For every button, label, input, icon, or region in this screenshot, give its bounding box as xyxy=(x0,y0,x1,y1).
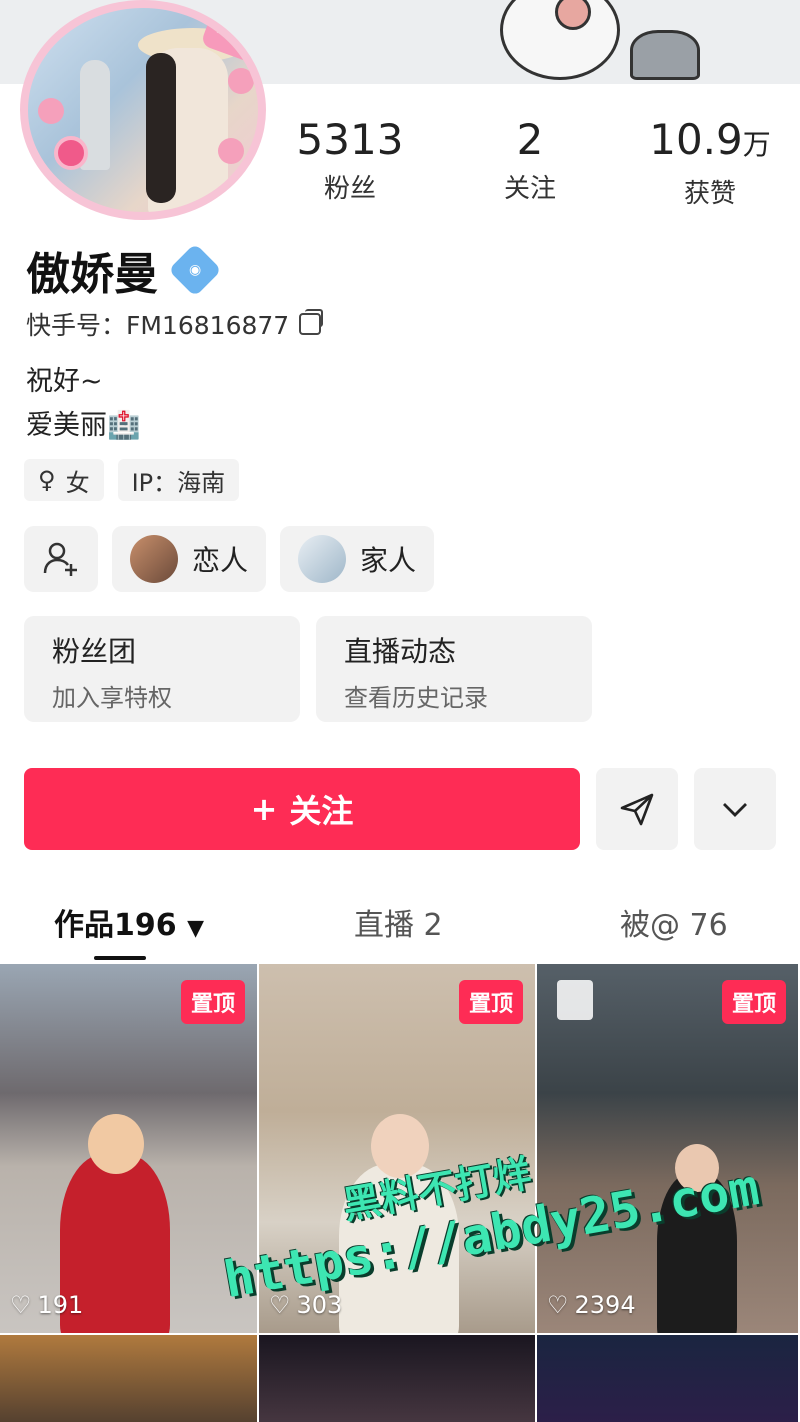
stat-likes-value: 10.9 xyxy=(649,115,743,164)
tile-likes: ♡ 303 xyxy=(269,1291,342,1319)
chevron-down-icon xyxy=(723,803,747,817)
lover-chip[interactable]: 恋人 xyxy=(112,526,267,592)
family-label: 家人 xyxy=(360,544,417,577)
lover-label: 恋人 xyxy=(192,544,249,577)
tab-live[interactable]: 直播 2 xyxy=(354,900,443,944)
ip-label: IP：海南 xyxy=(131,468,226,497)
work-tile[interactable] xyxy=(537,1335,800,1422)
share-button[interactable] xyxy=(596,768,678,850)
avatar[interactable]: Love xyxy=(20,0,266,220)
avatar-heart xyxy=(38,98,64,124)
family-avatar xyxy=(298,535,347,583)
relation-chips: 恋人 家人 xyxy=(24,526,435,592)
tile-likes-count: 191 xyxy=(37,1291,84,1319)
stat-following[interactable]: 2 关注 xyxy=(440,114,620,210)
pinned-badge: 置顶 xyxy=(458,980,523,1024)
kuaishou-id-row: 快手号：FM16816877 xyxy=(26,306,324,342)
profile-tags: ♀ 女 IP：海南 xyxy=(24,459,240,501)
fan-club-title: 粉丝团 xyxy=(52,635,137,668)
image-post-icon xyxy=(557,980,593,1020)
stat-fans-value: 5313 xyxy=(296,115,404,164)
avatar-heart xyxy=(228,68,254,94)
add-friend-button[interactable] xyxy=(24,526,98,592)
tile-figure-head xyxy=(675,1144,719,1192)
avatar-hair xyxy=(146,53,176,203)
tile-figure-head xyxy=(88,1114,144,1174)
send-icon xyxy=(620,793,654,826)
bio-line-2: 爱美丽🏥 xyxy=(26,410,141,441)
cover-cartoon-2 xyxy=(630,30,700,80)
feature-cards: 粉丝团 加入享特权 直播动态 查看历史记录 xyxy=(24,616,592,722)
tab-works-label: 作品 xyxy=(54,908,114,943)
profile-sheet: Love 5313 粉丝 2 关注 10.9万 获赞 傲娇曼 ◉ 快手号：FM1… xyxy=(0,0,800,1422)
gender-label: 女 xyxy=(65,468,90,497)
pinned-badge: 置顶 xyxy=(721,980,786,1024)
live-history-subtitle: 查看历史记录 xyxy=(344,684,488,712)
tile-likes: ♡ 2394 xyxy=(547,1291,636,1319)
tile-figure xyxy=(657,1174,737,1333)
content-tabs: 作品196 ▼ 直播 2 被@ 76 xyxy=(0,892,800,952)
work-tile[interactable] xyxy=(259,1335,537,1422)
fan-club-subtitle: 加入享特权 xyxy=(52,684,172,712)
follow-label: 关注 xyxy=(289,792,354,830)
tab-works[interactable]: 作品196 ▼ xyxy=(54,900,204,944)
more-button[interactable] xyxy=(694,768,776,850)
stat-following-label: 关注 xyxy=(503,174,556,204)
profile-name: 傲娇曼 xyxy=(26,249,158,300)
verified-badge-icon[interactable]: ◉ xyxy=(168,243,222,297)
plus-icon: + xyxy=(250,790,278,828)
stat-fans[interactable]: 5313 粉丝 xyxy=(260,114,440,210)
family-chip[interactable]: 家人 xyxy=(280,526,435,592)
works-grid: 置顶 ♡ 191 置顶 ♡ 303 置顶 ♡ 2394 xyxy=(0,964,800,1422)
tab-underline xyxy=(94,956,146,960)
kuaishou-id: 快手号：FM16816877 xyxy=(26,311,290,340)
gender-tag: ♀ 女 xyxy=(24,459,104,501)
profile-actions: + 关注 xyxy=(24,768,776,850)
ip-tag: IP：海南 xyxy=(117,459,240,501)
tab-works-count: 196 xyxy=(114,908,177,943)
tile-figure xyxy=(339,1164,459,1333)
stat-likes-label: 获赞 xyxy=(683,179,736,209)
pinned-badge: 置顶 xyxy=(180,980,245,1024)
stat-following-value: 2 xyxy=(516,115,544,164)
work-tile[interactable]: 置顶 ♡ 2394 xyxy=(537,964,800,1335)
stat-likes[interactable]: 10.9万 获赞 xyxy=(620,114,800,210)
fan-club-card[interactable]: 粉丝团 加入享特权 xyxy=(24,616,300,722)
heart-icon: ♡ xyxy=(547,1291,569,1319)
work-tile[interactable] xyxy=(0,1335,259,1422)
tile-figure-head xyxy=(371,1114,429,1178)
stat-likes-unit: 万 xyxy=(742,128,771,161)
caret-down-icon: ▼ xyxy=(187,916,204,941)
avatar-heart xyxy=(218,138,244,164)
follow-button[interactable]: + 关注 xyxy=(24,768,580,850)
heart-icon: ♡ xyxy=(10,1291,32,1319)
tile-likes: ♡ 191 xyxy=(10,1291,83,1319)
add-user-icon xyxy=(43,542,77,576)
tab-mentioned[interactable]: 被@ 76 xyxy=(620,900,728,944)
work-tile[interactable]: 置顶 ♡ 191 xyxy=(0,964,259,1335)
profile-bio: 祝好~ 爱美丽🏥 xyxy=(26,360,141,448)
work-tile[interactable]: 置顶 ♡ 303 xyxy=(259,964,537,1335)
live-history-title: 直播动态 xyxy=(344,635,457,668)
bio-line-1: 祝好~ xyxy=(26,366,103,397)
copy-icon[interactable] xyxy=(299,309,324,335)
female-icon: ♀ xyxy=(38,466,56,494)
name-row: 傲娇曼 ◉ xyxy=(26,238,222,302)
live-history-card[interactable]: 直播动态 查看历史记录 xyxy=(316,616,592,722)
avatar-rose xyxy=(54,136,88,170)
tile-likes-count: 303 xyxy=(296,1291,343,1319)
tile-likes-count: 2394 xyxy=(574,1291,636,1319)
profile-stats: 5313 粉丝 2 关注 10.9万 获赞 xyxy=(260,114,800,210)
heart-icon: ♡ xyxy=(269,1291,291,1319)
lover-avatar xyxy=(130,535,178,583)
stat-fans-label: 粉丝 xyxy=(323,174,376,204)
